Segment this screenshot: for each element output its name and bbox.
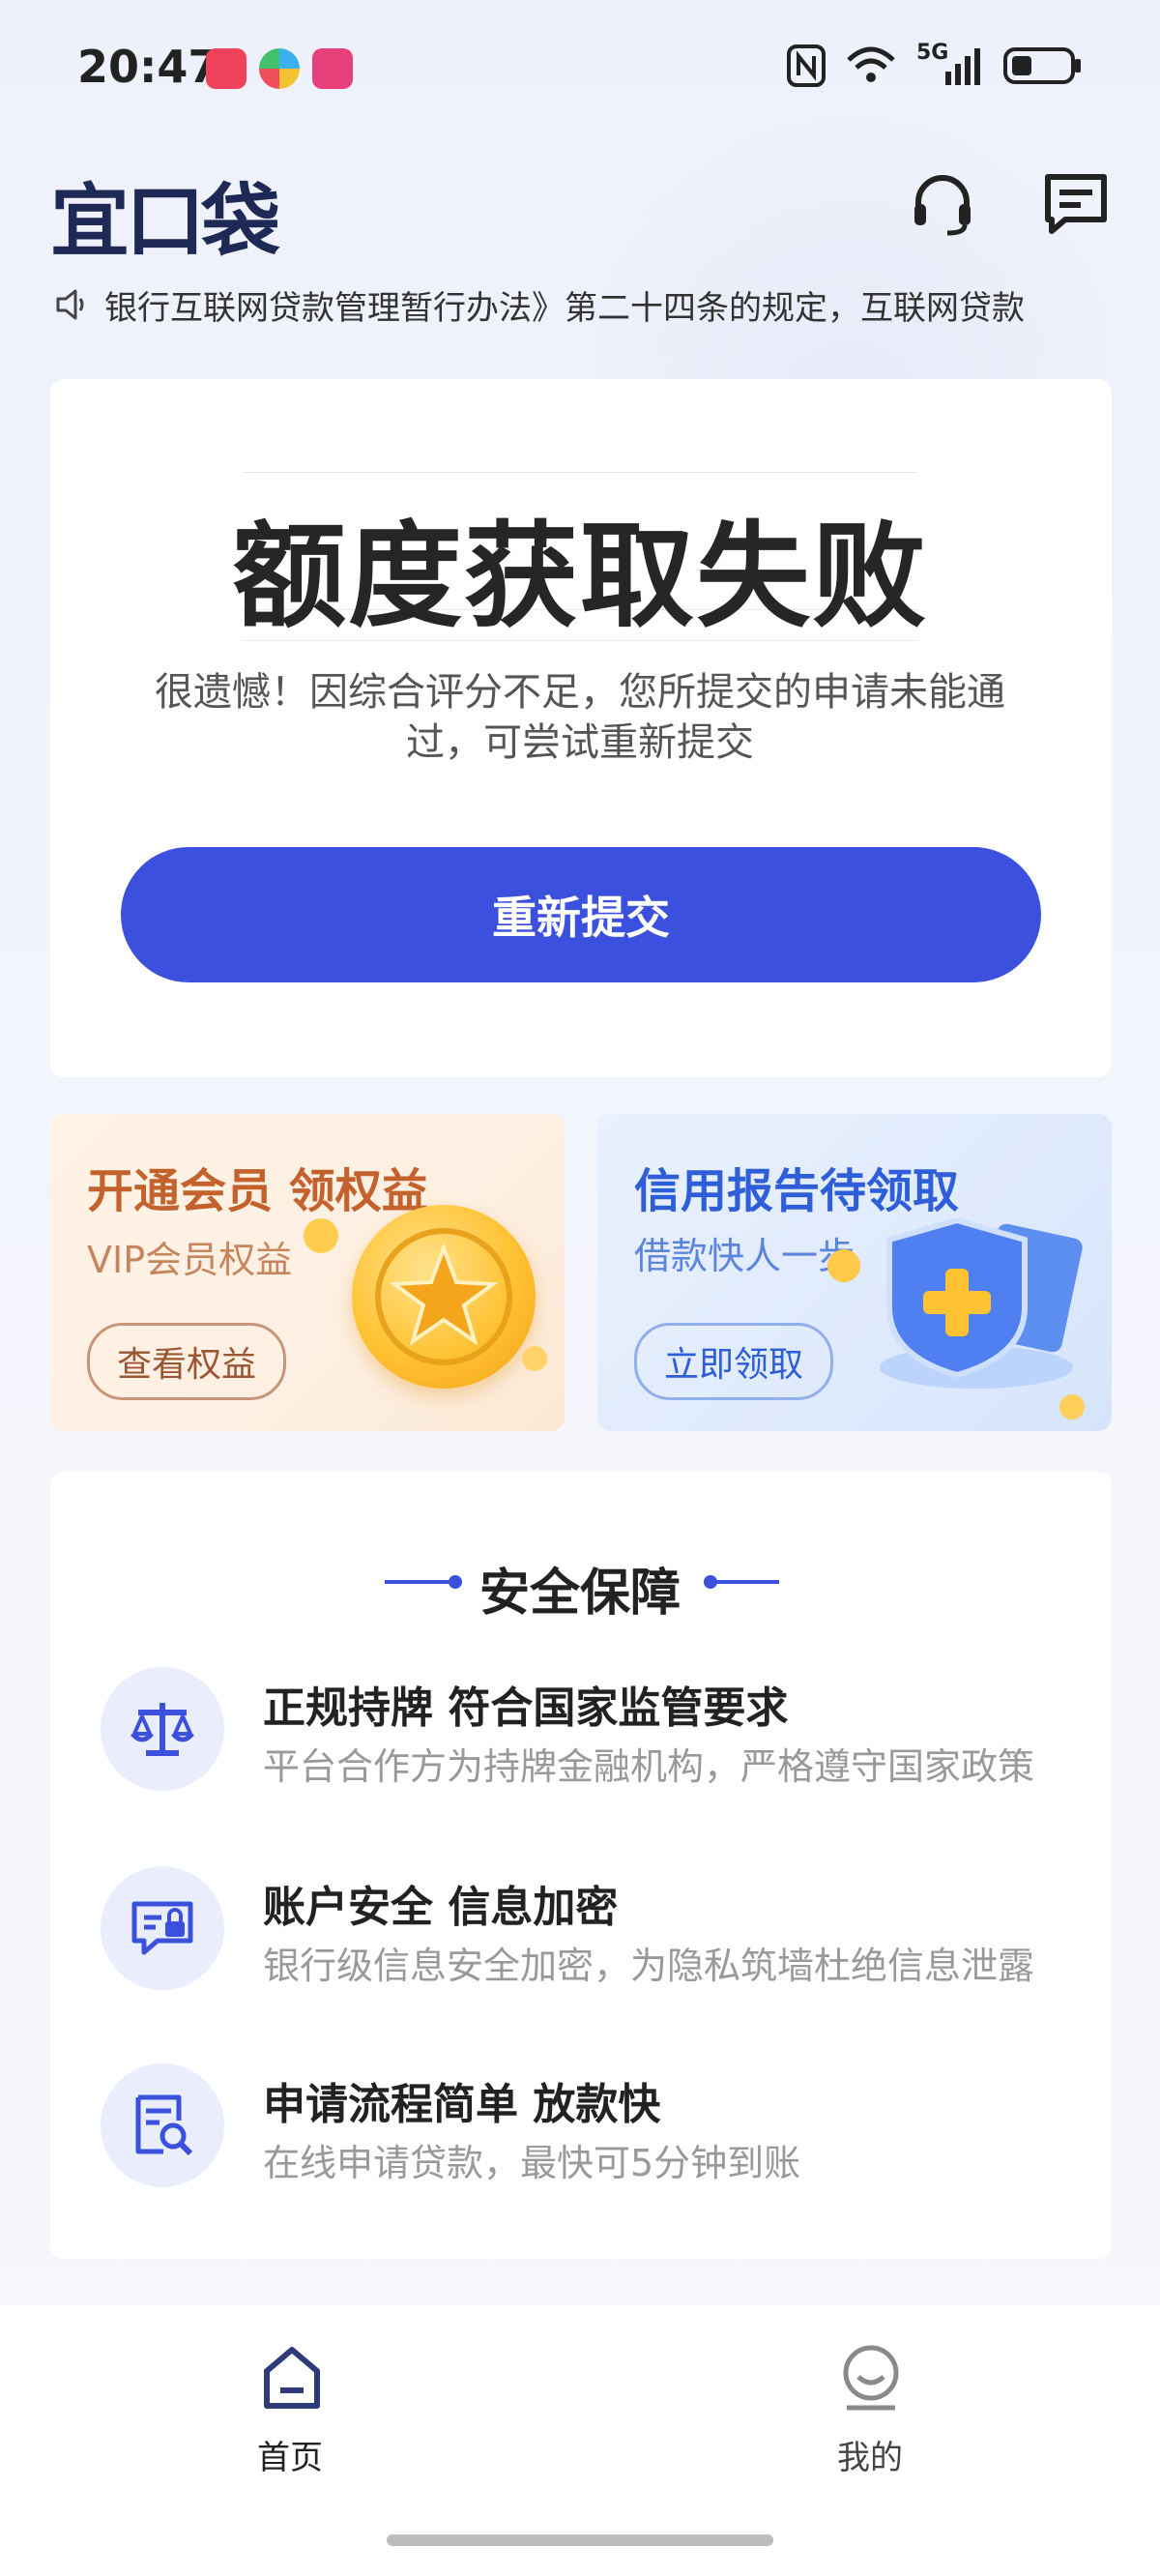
scale-icon	[101, 1667, 224, 1791]
small-coin-decoration	[1059, 1394, 1085, 1420]
app-notification-icon	[206, 48, 246, 89]
vip-promo-card[interactable]: 开通会员 领权益 VIP会员权益 查看权益	[50, 1114, 565, 1431]
shield-icon	[870, 1201, 1092, 1408]
title-ruled-line	[242, 472, 918, 473]
security-title: 安全保障	[478, 1565, 681, 1623]
headset-icon[interactable]	[909, 169, 976, 237]
claim-now-button[interactable]: 立即领取	[634, 1323, 833, 1400]
feature-title: 正规持牌 符合国家监管要求	[263, 1683, 789, 1733]
small-coin-decoration	[827, 1249, 860, 1282]
secure-account-icon	[101, 1866, 224, 1990]
small-coin-decoration	[522, 1346, 547, 1371]
result-title: 额度获取失败	[231, 510, 928, 643]
status-time: 20:47	[77, 41, 219, 93]
app-notification-icon	[312, 48, 353, 89]
signal-5g: 5G	[916, 41, 984, 87]
app-logo: 宜口袋	[50, 176, 280, 268]
credit-report-promo-card[interactable]: 信用报告待领取 借款快人一步 立即领取	[597, 1114, 1112, 1431]
feature-description: 平台合作方为持牌金融机构，严格遵守国家政策	[263, 1745, 1035, 1788]
feature-description: 银行级信息安全加密，为隐私筑墙杜绝信息泄露	[263, 1945, 1035, 1987]
nfc-icon	[787, 44, 826, 87]
promo-subtitle: VIP会员权益	[87, 1239, 293, 1281]
system-status-icons: 5G	[787, 41, 1083, 87]
title-decoration-right	[711, 1580, 779, 1584]
wifi-icon	[847, 46, 895, 82]
star-coin-icon	[352, 1205, 536, 1389]
notice-text: 银行互联网贷款管理暂行办法》第二十四条的规定，互联网贷款	[104, 288, 1025, 328]
message-icon[interactable]	[1042, 169, 1110, 237]
feature-description: 在线申请贷款，最快可5分钟到账	[263, 2142, 801, 2184]
home-indicator[interactable]	[387, 2534, 773, 2546]
result-description: 很遗憾！因综合评分不足，您所提交的申请未能通过，可尝试重新提交	[155, 670, 1005, 765]
feature-title: 账户安全 信息加密	[263, 1883, 619, 1932]
home-icon	[264, 2347, 320, 2409]
nav-profile[interactable]: 我的	[793, 2344, 947, 2489]
signal-bars-icon	[945, 48, 980, 85]
profile-icon	[843, 2345, 899, 2411]
quick-application-icon	[101, 2064, 224, 2187]
resubmit-button[interactable]: 重新提交	[121, 847, 1041, 982]
promo-subtitle: 借款快人一步	[634, 1235, 856, 1277]
view-benefits-button[interactable]: 查看权益	[87, 1323, 286, 1400]
feature-title: 申请流程简单 放款快	[263, 2080, 661, 2129]
small-coin-decoration	[304, 1218, 338, 1253]
nav-home-label: 首页	[257, 2439, 323, 2477]
nav-profile-label: 我的	[837, 2439, 903, 2477]
app-notification-icon	[259, 48, 300, 89]
speaker-icon	[56, 289, 84, 320]
notice-ticker[interactable]: 银行互联网贷款管理暂行办法》第二十四条的规定，互联网贷款	[54, 280, 1114, 329]
nav-home[interactable]: 首页	[213, 2344, 367, 2489]
battery-icon	[1003, 47, 1081, 84]
